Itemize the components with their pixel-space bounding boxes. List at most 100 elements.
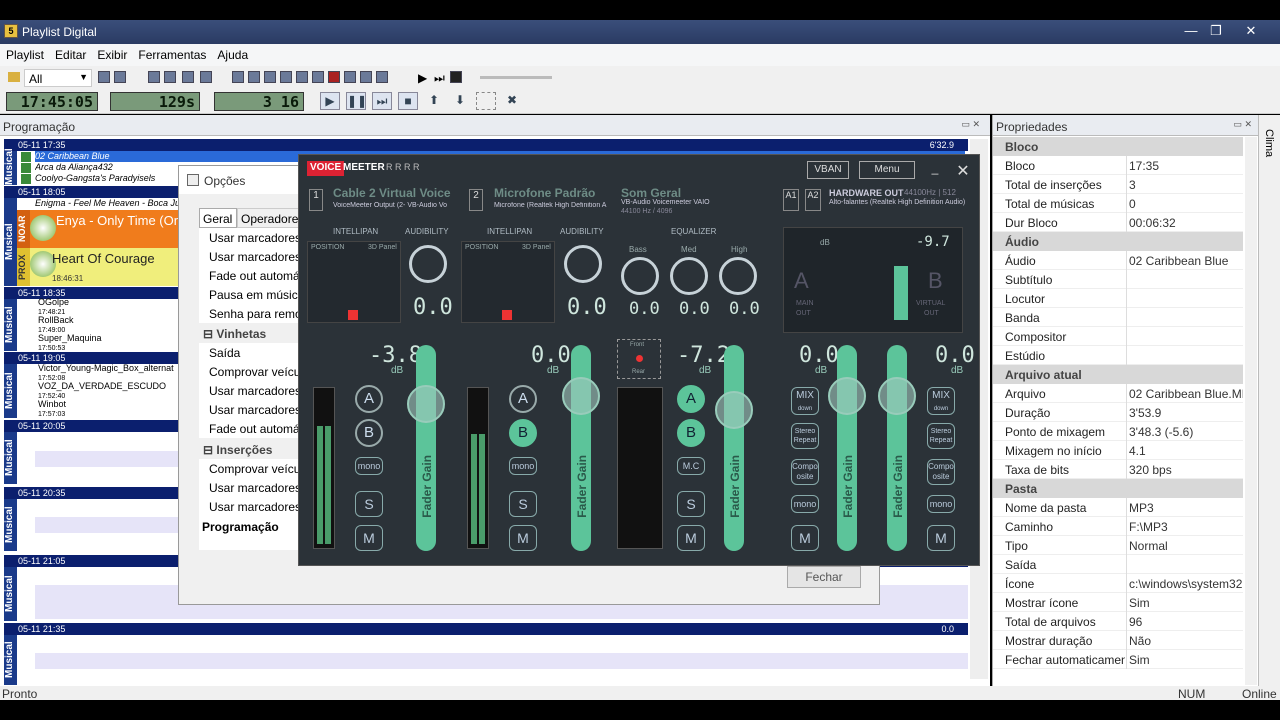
move-up-icon[interactable]: ⬆	[424, 92, 444, 110]
property-row[interactable]: Caminho F:\MP3	[993, 517, 1243, 536]
mix-down-button[interactable]: MIX down	[791, 387, 819, 415]
med-knob[interactable]	[670, 257, 708, 295]
option-group[interactable]: ⊟ Inserções genér	[199, 440, 299, 471]
property-category[interactable]: Pasta	[993, 479, 1243, 498]
minimize-icon[interactable]: _	[925, 161, 945, 179]
option-group[interactable]: ⊟ Vinhetas	[199, 324, 299, 343]
property-row[interactable]: Locutor	[993, 289, 1243, 308]
list-item[interactable]: Enigma - Feel Me Heaven - Boca Ju	[35, 198, 185, 209]
menu-button[interactable]: Menu	[859, 161, 915, 179]
menu-playlist[interactable]: Playlist	[0, 44, 49, 62]
fader-track[interactable]	[724, 345, 744, 551]
help-icon[interactable]	[200, 71, 212, 83]
property-row[interactable]: Mixagem no início 4.1	[993, 441, 1243, 460]
clock-icon[interactable]	[344, 71, 356, 83]
fader-track[interactable]	[571, 345, 591, 551]
channel-number[interactable]: 1	[309, 189, 323, 211]
property-row[interactable]: Ícone c:\windows\system32	[993, 574, 1243, 593]
pin-icon[interactable]: ▭ ✕	[961, 119, 980, 130]
menu-ajuda[interactable]: Ajuda	[211, 44, 253, 62]
a1-button[interactable]: A1	[783, 189, 799, 211]
close-icon[interactable]: ✕	[953, 161, 973, 180]
composite-button[interactable]: Compo osite	[791, 459, 819, 485]
property-category[interactable]: Bloco	[993, 137, 1243, 156]
export-icon[interactable]	[360, 71, 372, 83]
mix-down-button[interactable]: MIX down	[927, 387, 955, 415]
skip-button[interactable]: ⏭	[372, 92, 392, 110]
high-knob[interactable]	[719, 257, 757, 295]
filter-select[interactable]: All ▼	[24, 69, 92, 87]
property-row[interactable]: Duração 3'53.9	[993, 403, 1243, 422]
record-icon[interactable]	[328, 71, 340, 83]
volume-slider[interactable]	[480, 76, 552, 79]
property-row[interactable]: Fechar automaticament Sim	[993, 650, 1243, 669]
bus-b-button[interactable]: B	[509, 419, 537, 447]
option-item[interactable]: Fade out automá	[199, 419, 299, 438]
mono-button[interactable]: mono	[355, 457, 383, 475]
audibility-knob[interactable]	[409, 245, 447, 283]
solo-button[interactable]: S	[677, 491, 705, 517]
stereo-repeat-button[interactable]: Stereo Repeat	[791, 423, 819, 449]
hardware-device[interactable]: Alto-falantes (Realtek High Definition A…	[829, 199, 965, 206]
property-row[interactable]: Subtítulo	[993, 270, 1243, 289]
menu-exibir[interactable]: Exibir	[91, 44, 132, 62]
option-item[interactable]: Pausa em música	[199, 285, 299, 304]
grid-icon[interactable]	[248, 71, 260, 83]
next-icon[interactable]: ⏭	[434, 71, 446, 85]
property-row[interactable]: Mostrar duração Não	[993, 631, 1243, 650]
option-item[interactable]: Usar marcadores	[199, 478, 299, 497]
option-item[interactable]: Usar marcadores	[199, 400, 299, 419]
r-button[interactable]: R	[386, 162, 393, 172]
bus-b-button[interactable]: B	[355, 419, 383, 447]
a2-button[interactable]: A2	[805, 189, 821, 211]
bus-a-button[interactable]: A	[677, 385, 705, 413]
channel-name[interactable]: Cable 2 Virtual VoiceMe	[333, 186, 451, 200]
option-item[interactable]: Senha para remo	[199, 304, 299, 323]
bass-knob[interactable]	[621, 257, 659, 295]
menu-editar[interactable]: Editar	[49, 44, 91, 62]
property-row[interactable]: Total de inserções 3	[993, 175, 1243, 194]
select-icon[interactable]	[476, 92, 496, 110]
pen-icon[interactable]	[376, 71, 388, 83]
table-icon[interactable]	[296, 71, 308, 83]
empty-slot[interactable]	[35, 653, 968, 669]
fechar-button[interactable]: Fechar	[787, 566, 861, 588]
pause-button[interactable]: ❚❚	[346, 92, 367, 110]
r-button[interactable]: R	[404, 162, 411, 172]
property-row[interactable]: Taxa de bits 320 bps	[993, 460, 1243, 479]
option-item[interactable]: Comprovar veícu	[199, 362, 299, 381]
property-row[interactable]: Bloco 17:35	[993, 156, 1243, 175]
move-down-icon[interactable]: ⬇	[450, 92, 470, 110]
play-button[interactable]: ▶	[320, 92, 340, 110]
image-icon[interactable]	[280, 71, 292, 83]
option-item[interactable]: Comprovar veícu	[199, 459, 299, 478]
property-row[interactable]: Arquivo 02 Caribbean Blue.MP	[993, 384, 1243, 403]
stop-button[interactable]: ■	[398, 92, 418, 110]
mc-button[interactable]: M.C	[677, 457, 705, 475]
tool-icon[interactable]	[164, 71, 176, 83]
mute-button[interactable]: M	[355, 525, 383, 551]
clima-tab[interactable]: Clima	[1263, 129, 1275, 157]
bus-a-button[interactable]: A	[509, 385, 537, 413]
mute-button[interactable]: M	[927, 525, 955, 551]
option-item[interactable]: Usar marcadores	[199, 497, 299, 516]
property-row[interactable]: Total de arquivos 96	[993, 612, 1243, 631]
option-item[interactable]: Usar marcadores	[199, 381, 299, 400]
intellipan-pad[interactable]: POSITION 3D Panel	[307, 241, 401, 323]
property-row[interactable]: Estúdio	[993, 346, 1243, 365]
pan-handle[interactable]	[502, 310, 512, 320]
fader-track[interactable]	[887, 345, 907, 551]
property-row[interactable]: Tipo Normal	[993, 536, 1243, 555]
property-row[interactable]: Mostrar ícone Sim	[993, 593, 1243, 612]
solo-button[interactable]: S	[509, 491, 537, 517]
fader-knob[interactable]	[878, 377, 916, 415]
option-item[interactable]: Usar marcadores	[199, 247, 299, 266]
property-row[interactable]: Banda	[993, 308, 1243, 327]
channel-number[interactable]: 2	[469, 189, 483, 211]
option-item[interactable]: Usar marcadores	[199, 228, 299, 247]
fader-track[interactable]	[837, 345, 857, 551]
delete-icon[interactable]: ✖	[502, 92, 522, 110]
property-row[interactable]: Total de músicas 0	[993, 194, 1243, 213]
mute-button[interactable]: M	[791, 525, 819, 551]
property-row[interactable]: Áudio 02 Caribbean Blue	[993, 251, 1243, 270]
